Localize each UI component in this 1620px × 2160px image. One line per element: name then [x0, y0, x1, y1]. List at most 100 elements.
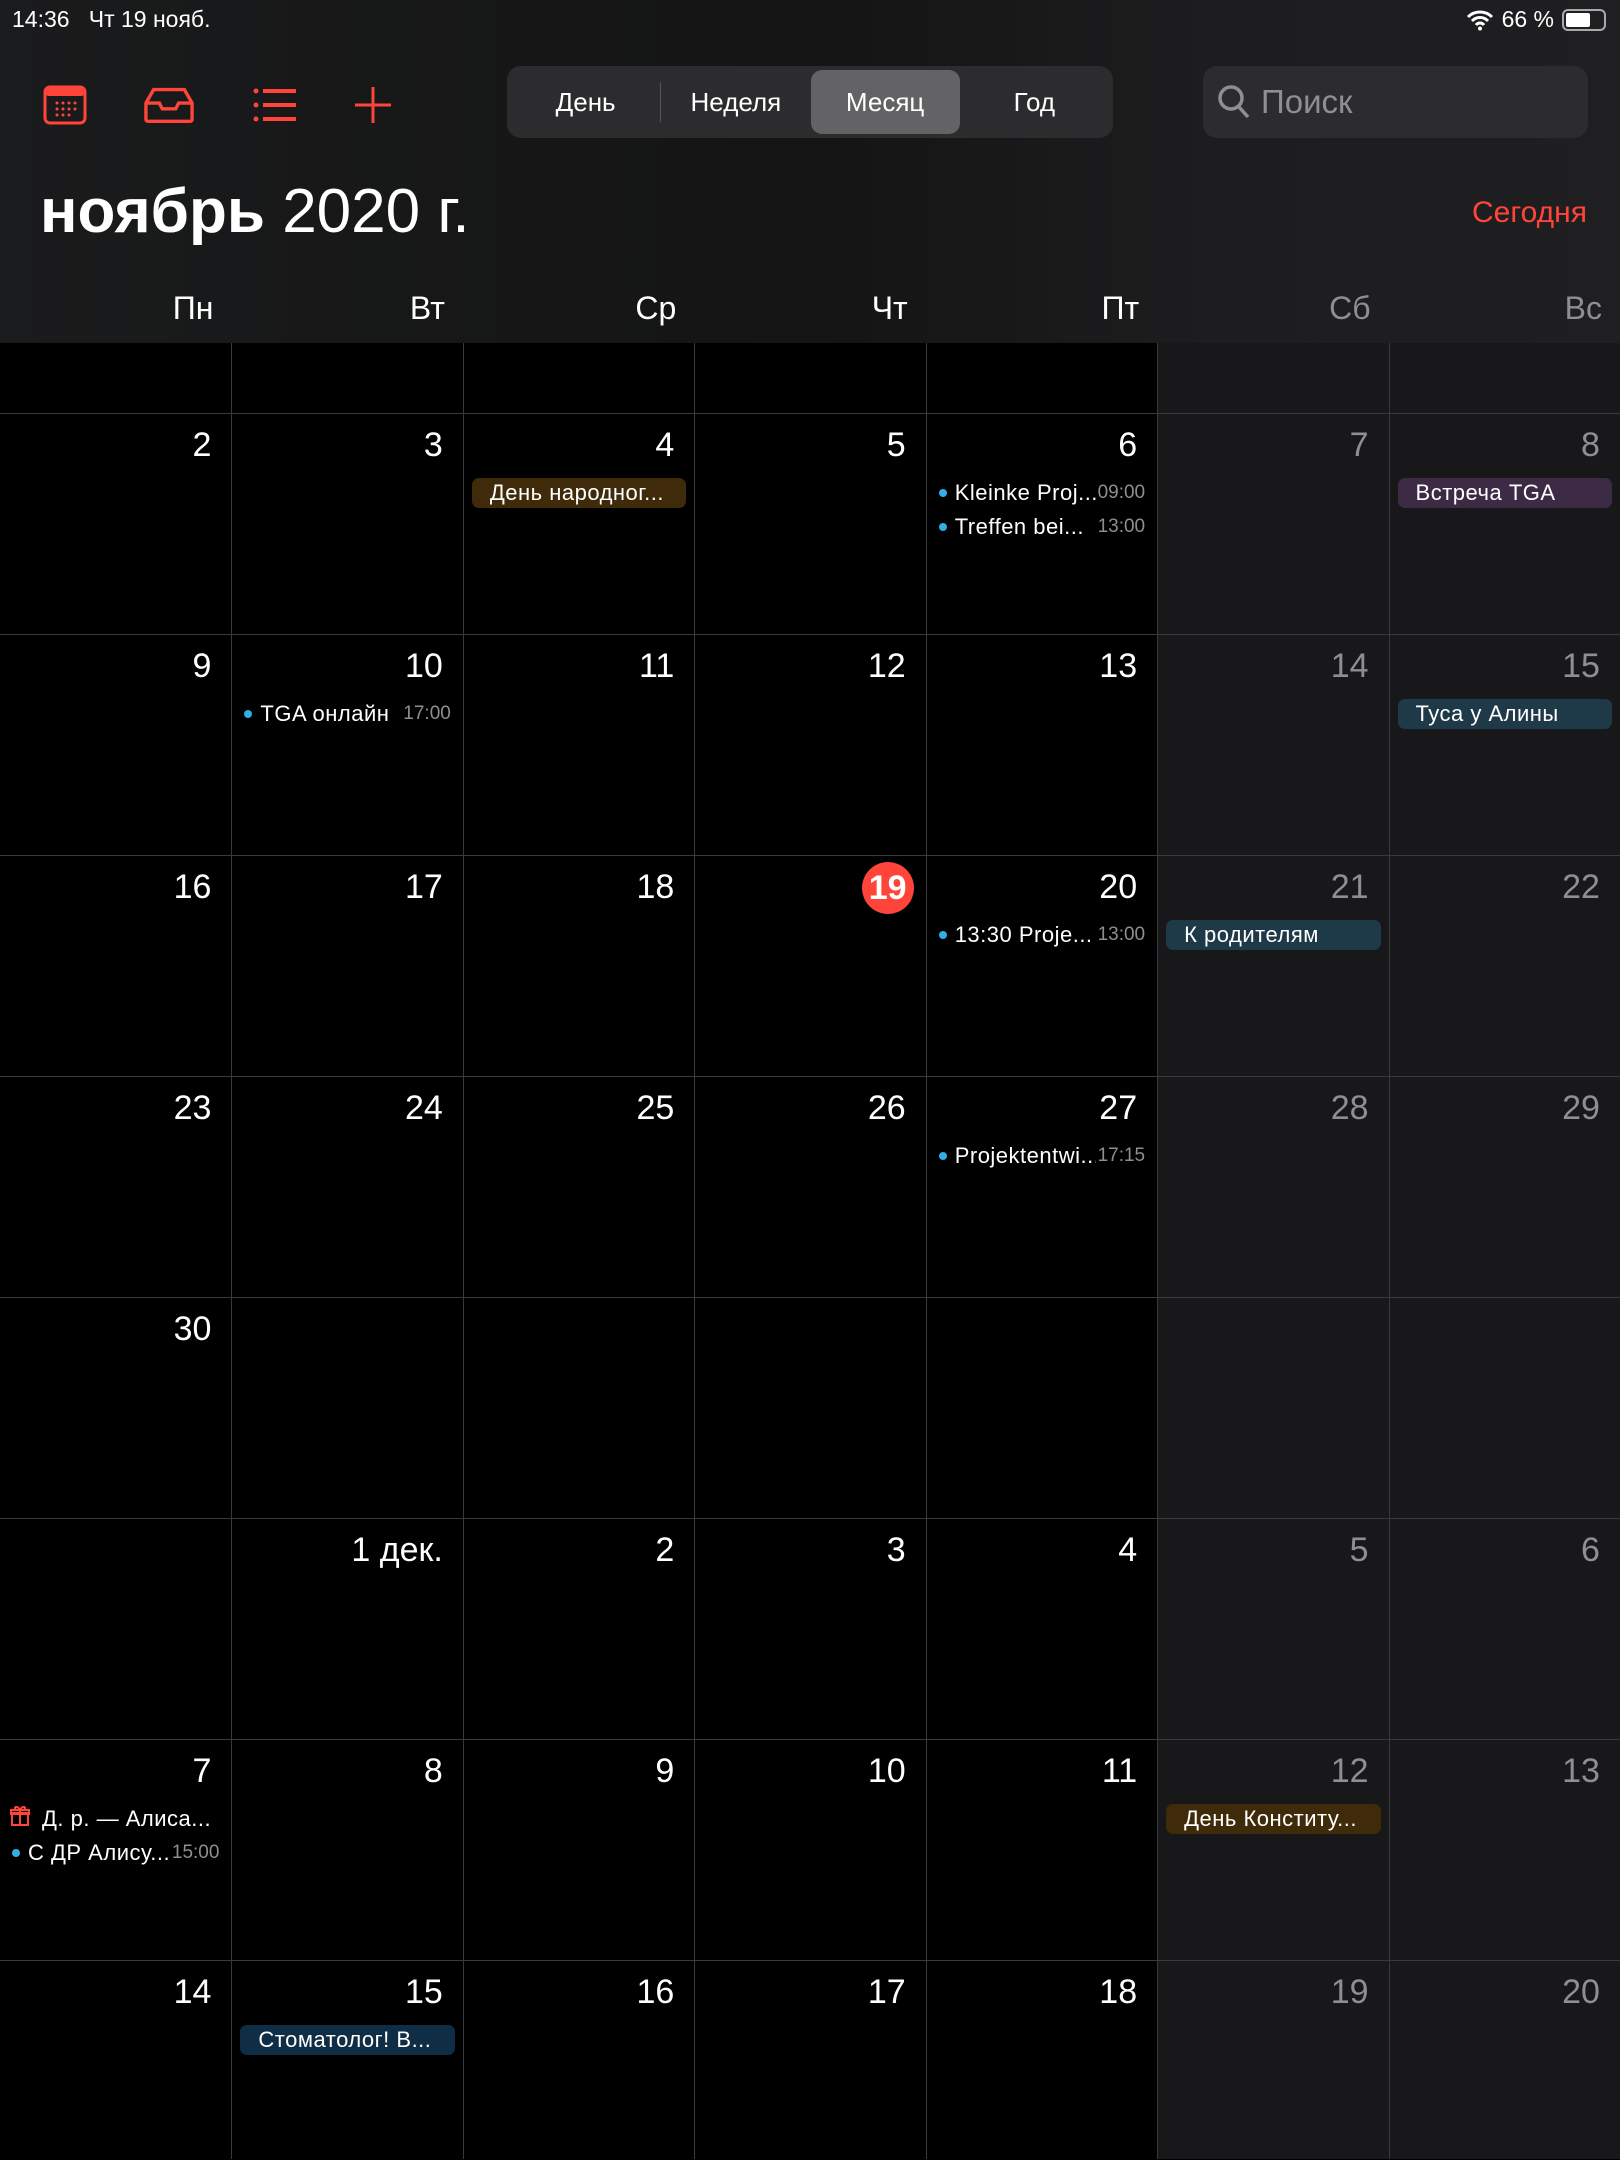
event-time: 15:00: [171, 1842, 220, 1863]
day-cell[interactable]: 13: [925, 635, 1158, 855]
week-row: [0, 343, 1620, 413]
day-cell[interactable]: 9: [0, 635, 232, 855]
timed-event[interactable]: Treffen bei... 13:00: [935, 512, 1149, 542]
day-cell[interactable]: 12 День Конститу...: [1157, 1740, 1389, 1960]
list-button[interactable]: [250, 80, 300, 130]
day-cell[interactable]: 8 Встреча TGA: [1388, 414, 1620, 634]
day-cell[interactable]: 13: [1388, 1740, 1620, 1960]
day-cell[interactable]: 20 13:30 Proje... 13:00: [925, 856, 1158, 1076]
day-cell[interactable]: 2: [462, 1519, 695, 1739]
timed-event[interactable]: 13:30 Proje... 13:00: [935, 920, 1149, 950]
calendars-button[interactable]: [40, 80, 90, 130]
all-day-event[interactable]: Стоматолог! В...: [240, 2025, 455, 2055]
day-cell[interactable]: 19: [1157, 1961, 1389, 2159]
weekday-label: Чт: [871, 290, 908, 326]
today-button[interactable]: Сегодня: [1472, 196, 1587, 230]
event-time: 17:00: [403, 703, 451, 724]
day-cell[interactable]: 3: [231, 414, 463, 634]
day-cell[interactable]: 7 Д. р. — Алиса... С ДР Алису... 15:00: [0, 1740, 232, 1960]
day-cell[interactable]: 18: [925, 1961, 1158, 2159]
day-cell[interactable]: 30: [0, 1298, 232, 1518]
day-cell[interactable]: 23: [0, 1077, 232, 1297]
day-cell[interactable]: 7: [1157, 414, 1389, 634]
day-cell[interactable]: 16: [462, 1961, 695, 2159]
all-day-event[interactable]: День Конститу...: [1166, 1804, 1381, 1834]
day-cell[interactable]: 19: [694, 856, 926, 1076]
day-cell[interactable]: 17: [694, 1961, 926, 2159]
day-cell[interactable]: 6 Kleinke Proj... 09:00 Treffen bei... 13:00: [925, 414, 1158, 634]
day-cell[interactable]: [231, 1298, 463, 1518]
day-cell[interactable]: 17: [231, 856, 463, 1076]
event-dot-icon: [12, 1849, 20, 1857]
weekday-label: Пн: [172, 290, 214, 326]
add-event-button[interactable]: [348, 80, 398, 130]
day-cell[interactable]: [694, 1298, 926, 1518]
birthday-event[interactable]: Д. р. — Алиса...: [8, 1804, 223, 1834]
timed-event[interactable]: Kleinke Proj... 09:00: [935, 478, 1149, 508]
day-cell[interactable]: 4 День народног...: [462, 414, 695, 634]
day-cell[interactable]: [1388, 1298, 1620, 1518]
search-field[interactable]: [1203, 66, 1588, 138]
day-cell[interactable]: [925, 343, 1158, 413]
all-day-event[interactable]: Туса у Алины: [1397, 699, 1612, 729]
search-input[interactable]: [1261, 83, 1561, 121]
day-cell[interactable]: 29: [1388, 1077, 1620, 1297]
day-cell[interactable]: [0, 343, 232, 413]
day-cell[interactable]: 14: [0, 1961, 232, 2159]
day-cell[interactable]: 12: [694, 635, 926, 855]
day-cell[interactable]: 1 дек.: [231, 1519, 463, 1739]
day-cell[interactable]: 11: [462, 635, 695, 855]
day-cell[interactable]: [1157, 343, 1389, 413]
day-cell[interactable]: 20: [1388, 1961, 1620, 2159]
day-cell[interactable]: 27 Projektentwi... 17:15: [925, 1077, 1158, 1297]
day-cell[interactable]: 21 К родителям: [1157, 856, 1389, 1076]
month-grid: 2 3 4 День народног... 5 6 Kleinke Proj... 09:0…: [0, 343, 1620, 2159]
day-cell[interactable]: 24: [231, 1077, 463, 1297]
day-cell[interactable]: [694, 343, 926, 413]
day-cell[interactable]: 25: [462, 1077, 695, 1297]
inbox-button[interactable]: [144, 80, 194, 130]
timed-event[interactable]: TGA онлайн 17:00: [240, 699, 454, 729]
day-cell[interactable]: 18: [462, 856, 695, 1076]
day-cell[interactable]: 4: [925, 1519, 1158, 1739]
tab-week[interactable]: Неделя: [661, 70, 810, 134]
day-cell[interactable]: 14: [1157, 635, 1389, 855]
day-cell[interactable]: 2: [0, 414, 232, 634]
day-cell[interactable]: [0, 1519, 232, 1739]
day-cell[interactable]: 10 TGA онлайн 17:00: [231, 635, 463, 855]
date-number: 7: [192, 1752, 212, 1790]
all-day-event[interactable]: Встреча TGA: [1397, 478, 1612, 508]
wifi-icon: [1466, 10, 1493, 30]
day-cell[interactable]: [1157, 1298, 1389, 1518]
day-cell[interactable]: [1388, 343, 1620, 413]
day-cell[interactable]: 8: [231, 1740, 463, 1960]
day-cell[interactable]: 11: [925, 1740, 1158, 1960]
all-day-event[interactable]: День народног...: [471, 478, 687, 508]
all-day-event[interactable]: К родителям: [1166, 920, 1381, 950]
day-cell[interactable]: [231, 343, 463, 413]
day-cell[interactable]: 15 Туса у Алины: [1388, 635, 1620, 855]
day-cell[interactable]: 26: [694, 1077, 926, 1297]
day-cell[interactable]: 16: [0, 856, 232, 1076]
day-cell[interactable]: 6: [1388, 1519, 1620, 1739]
tab-day[interactable]: День: [511, 70, 660, 134]
day-cell[interactable]: 22: [1388, 856, 1620, 1076]
tab-month[interactable]: Месяц: [810, 70, 960, 134]
timed-event[interactable]: Projektentwi... 17:15: [935, 1141, 1149, 1171]
day-cell[interactable]: 10: [694, 1740, 926, 1960]
tab-year[interactable]: Год: [960, 70, 1109, 134]
day-cell[interactable]: 3: [694, 1519, 926, 1739]
day-cell[interactable]: 15 Стоматолог! В...: [231, 1961, 463, 2159]
day-cell[interactable]: [462, 1298, 695, 1518]
day-cell[interactable]: 5: [694, 414, 926, 634]
date-number: 11: [638, 647, 675, 685]
timed-event[interactable]: С ДР Алису... 15:00: [8, 1838, 223, 1868]
day-cell[interactable]: 28: [1157, 1077, 1389, 1297]
event-time: 17:15: [1097, 1145, 1146, 1166]
day-cell[interactable]: 9: [462, 1740, 695, 1960]
day-cell[interactable]: 5: [1157, 1519, 1389, 1739]
week-row: 9 10 TGA онлайн 17:00 11 12 13 14 15 Туса у Алины: [0, 634, 1620, 855]
date-number: 9: [192, 647, 212, 685]
day-cell[interactable]: [462, 343, 695, 413]
day-cell[interactable]: [925, 1298, 1158, 1518]
